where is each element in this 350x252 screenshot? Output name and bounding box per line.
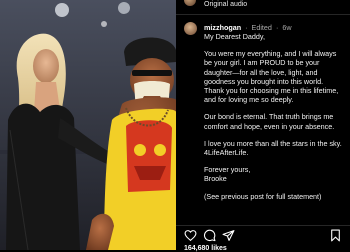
caption-text: My Dearest Daddy, You were my everything… bbox=[204, 32, 344, 209]
caption-paragraph: You were my everything, and I will alway… bbox=[204, 49, 339, 105]
post-photo[interactable] bbox=[0, 0, 176, 250]
caption-paragraph: Forever yours, bbox=[204, 165, 251, 175]
caption-paragraph: I love you more than all the stars in th… bbox=[204, 138, 342, 158]
caption-avatar[interactable] bbox=[184, 22, 197, 35]
likes-count[interactable]: 164,680 likes bbox=[184, 245, 227, 252]
caption-paragraph: (See previous post for full statement) bbox=[204, 191, 322, 201]
wrestling-photo-image bbox=[0, 0, 176, 250]
bookmark-icon[interactable] bbox=[329, 229, 342, 242]
post-side-panel: Original audio mizzhogan · Edited · 6w M… bbox=[176, 0, 350, 252]
caption-meta: mizzhogan · Edited · 6w bbox=[204, 23, 292, 32]
post-header: Original audio bbox=[176, 0, 350, 15]
post-age[interactable]: 6w bbox=[282, 23, 291, 32]
caption-paragraph: Brooke bbox=[204, 174, 227, 184]
original-audio-link[interactable]: Original audio bbox=[204, 1, 247, 8]
caption-paragraph: Our bond is eternal. That truth brings m… bbox=[204, 112, 335, 131]
caption-paragraph: My Dearest Daddy, bbox=[204, 32, 265, 41]
separator-dot: · bbox=[245, 23, 248, 32]
heart-icon[interactable] bbox=[184, 229, 197, 242]
avatar[interactable] bbox=[184, 0, 196, 6]
send-icon[interactable] bbox=[222, 229, 235, 242]
username-link[interactable]: mizzhogan bbox=[204, 23, 241, 32]
comment-icon[interactable] bbox=[203, 229, 216, 242]
post-action-bar: 164,680 likes bbox=[176, 225, 350, 252]
edited-label: Edited bbox=[251, 23, 272, 32]
separator-dot: · bbox=[275, 23, 279, 32]
